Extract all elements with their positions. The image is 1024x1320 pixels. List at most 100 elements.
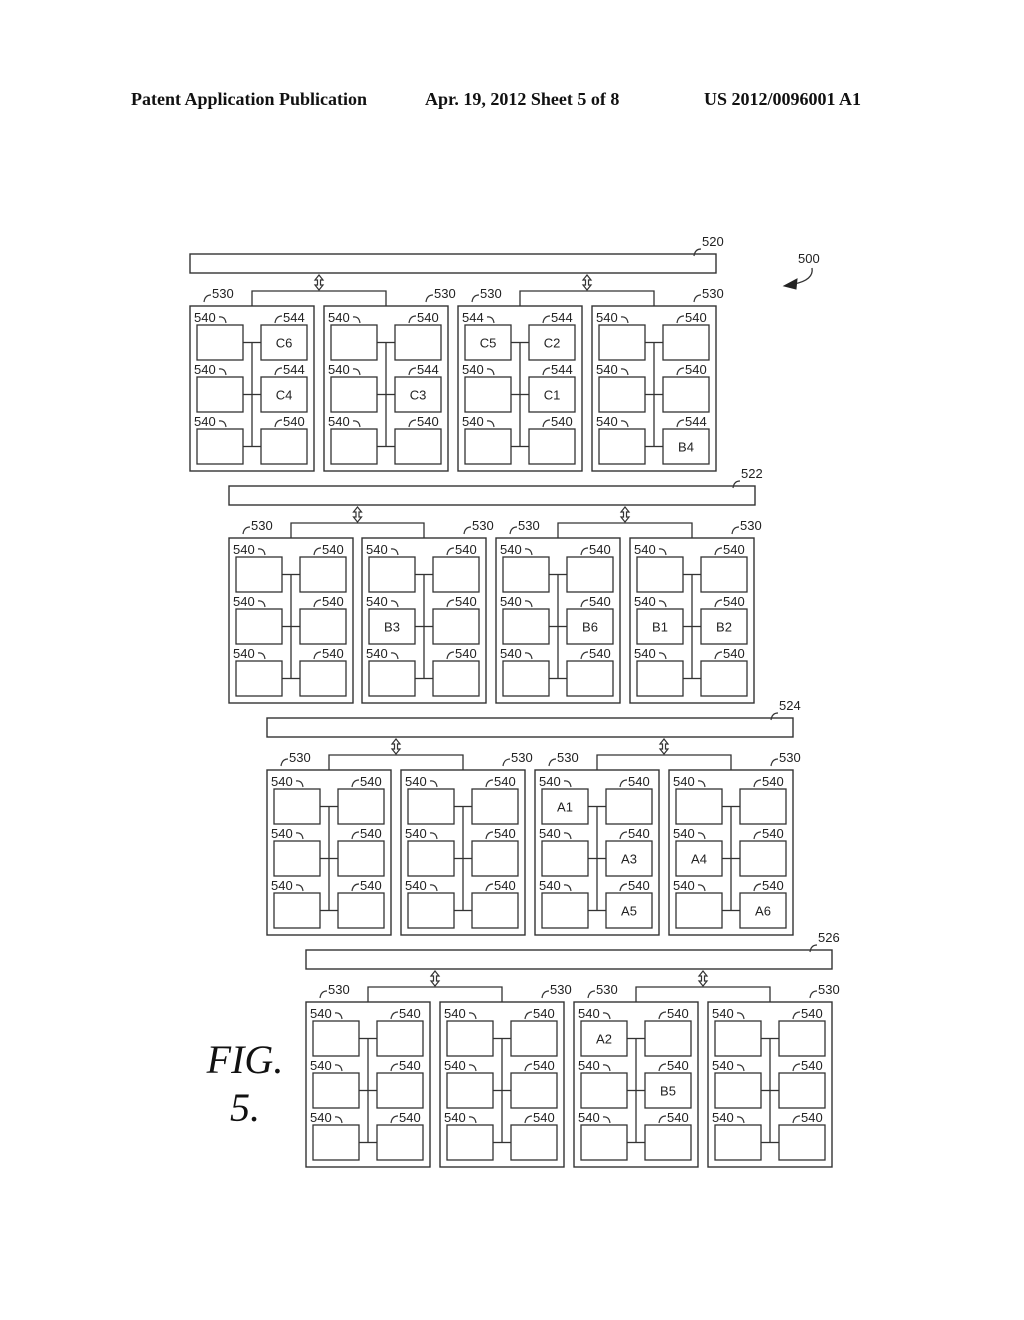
node-box (273, 892, 321, 929)
node-id-label: C2 (544, 336, 561, 351)
node-box (541, 840, 589, 877)
node-box (598, 376, 646, 413)
node-ref-label: 540 (500, 594, 522, 609)
tier-524: 524530540 540540 540540 540530540 540540 5405… (266, 698, 801, 936)
node-ref-label: 540 (578, 1006, 600, 1021)
node-box (778, 1020, 826, 1057)
node-ref-label: 540 (366, 646, 388, 661)
node-box (273, 788, 321, 825)
node-box (446, 1124, 494, 1161)
node-ref-label: 540 (589, 594, 611, 609)
node-ref-label: 540 (762, 878, 784, 893)
node-ref-label: 540 (328, 310, 350, 325)
pod: 530 540 540 B3 540 540 540 540 (361, 518, 494, 704)
pod-ref-label: 530 (596, 982, 618, 997)
node-box (330, 428, 378, 465)
node-box (714, 1124, 762, 1161)
node-box (432, 660, 480, 697)
node-box (510, 1124, 558, 1161)
leader-line (242, 526, 251, 535)
node-box (432, 556, 480, 593)
node-ref-label: 540 (405, 878, 427, 893)
node-ref-label: 540 (462, 414, 484, 429)
node-box (566, 556, 614, 593)
node-box (394, 324, 442, 361)
node-box (675, 892, 723, 929)
node-ref-label: 540 (539, 774, 561, 789)
node-ref-label: 540 (310, 1006, 332, 1021)
leader-line (548, 758, 557, 767)
node-ref-label: 540 (673, 826, 695, 841)
node-box (566, 660, 614, 697)
node-ref-label: 540 (494, 774, 516, 789)
node-ref-label: 540 (712, 1110, 734, 1125)
arrow-shape (697, 970, 709, 987)
node-ref-label: 540 (539, 878, 561, 893)
tier-522: 522 530 540 540 540 540 540 540 530 540 540 B3 540 54… (228, 466, 763, 704)
node-id-label: C6 (276, 336, 293, 351)
node-ref-label: 540 (399, 1006, 421, 1021)
node-ref-label: 540 (360, 826, 382, 841)
node-ref-label: 540 (271, 826, 293, 841)
node-id-label: C4 (276, 388, 293, 403)
pod-pair-link (251, 290, 387, 306)
node-ref-label: 540 (494, 878, 516, 893)
arrow-shape (390, 738, 402, 755)
pod-ref-label: 530 (480, 286, 502, 301)
node-box (337, 892, 385, 929)
node-ref-label: 544 (685, 414, 707, 429)
node-ref-label: 540 (194, 310, 216, 325)
node-box (528, 428, 576, 465)
node-ref-label: 540 (762, 826, 784, 841)
node-ref-label: 540 (233, 646, 255, 661)
arrow-shape (352, 506, 363, 523)
node-box (700, 556, 748, 593)
node-ref-label: 540 (417, 414, 439, 429)
node-box (432, 608, 480, 645)
pod: 530 540 540 A4 540 540 540 A6 540 (668, 750, 801, 936)
node-box (471, 892, 519, 929)
node-ref-label: 540 (194, 414, 216, 429)
node-box (700, 660, 748, 697)
figure-label-line1: FIG. (206, 1037, 284, 1082)
pod: 530 540 540 540 540 540 540 (305, 982, 431, 1168)
node-ref-label: 544 (462, 310, 484, 325)
node-ref-label: 540 (539, 826, 561, 841)
pod-ref-label: 530 (550, 982, 572, 997)
pod-ref-label: 530 (779, 750, 801, 765)
arrowhead-icon (782, 278, 798, 290)
leader-line (425, 294, 434, 303)
leader-line (319, 990, 328, 999)
node-box (407, 892, 455, 929)
node-box (464, 376, 512, 413)
node-box (464, 428, 512, 465)
node-box (714, 1072, 762, 1109)
node-id-label: B4 (678, 440, 694, 455)
node-ref-label: 540 (685, 362, 707, 377)
pod-ref-label: 530 (557, 750, 579, 765)
node-id-label: A5 (621, 904, 637, 919)
node-box (368, 556, 416, 593)
pod-ref-label: 530 (818, 982, 840, 997)
node-ref-label: 540 (685, 310, 707, 325)
bidirectional-arrow-icon (619, 506, 631, 523)
interconnect-bar-526 (305, 949, 833, 970)
node-ref-label: 540 (628, 826, 650, 841)
node-ref-label: 540 (634, 646, 656, 661)
node-ref-label: 540 (455, 594, 477, 609)
node-ref-label: 540 (233, 594, 255, 609)
pod: 530 540 540 540 540 540 540 (266, 750, 392, 936)
node-box (580, 1124, 628, 1161)
bidirectional-arrow-icon (658, 738, 670, 755)
node-id-label: A6 (755, 904, 771, 919)
node-box (337, 788, 385, 825)
leader-line (693, 294, 702, 303)
leader-line (203, 294, 212, 303)
node-ref-label: 540 (723, 542, 745, 557)
arrow-shape (619, 506, 631, 523)
node-ref-label: 540 (533, 1058, 555, 1073)
node-ref-label: 540 (328, 414, 350, 429)
node-box (644, 1020, 692, 1057)
node-ref-label: 540 (399, 1110, 421, 1125)
node-ref-label: 540 (405, 774, 427, 789)
